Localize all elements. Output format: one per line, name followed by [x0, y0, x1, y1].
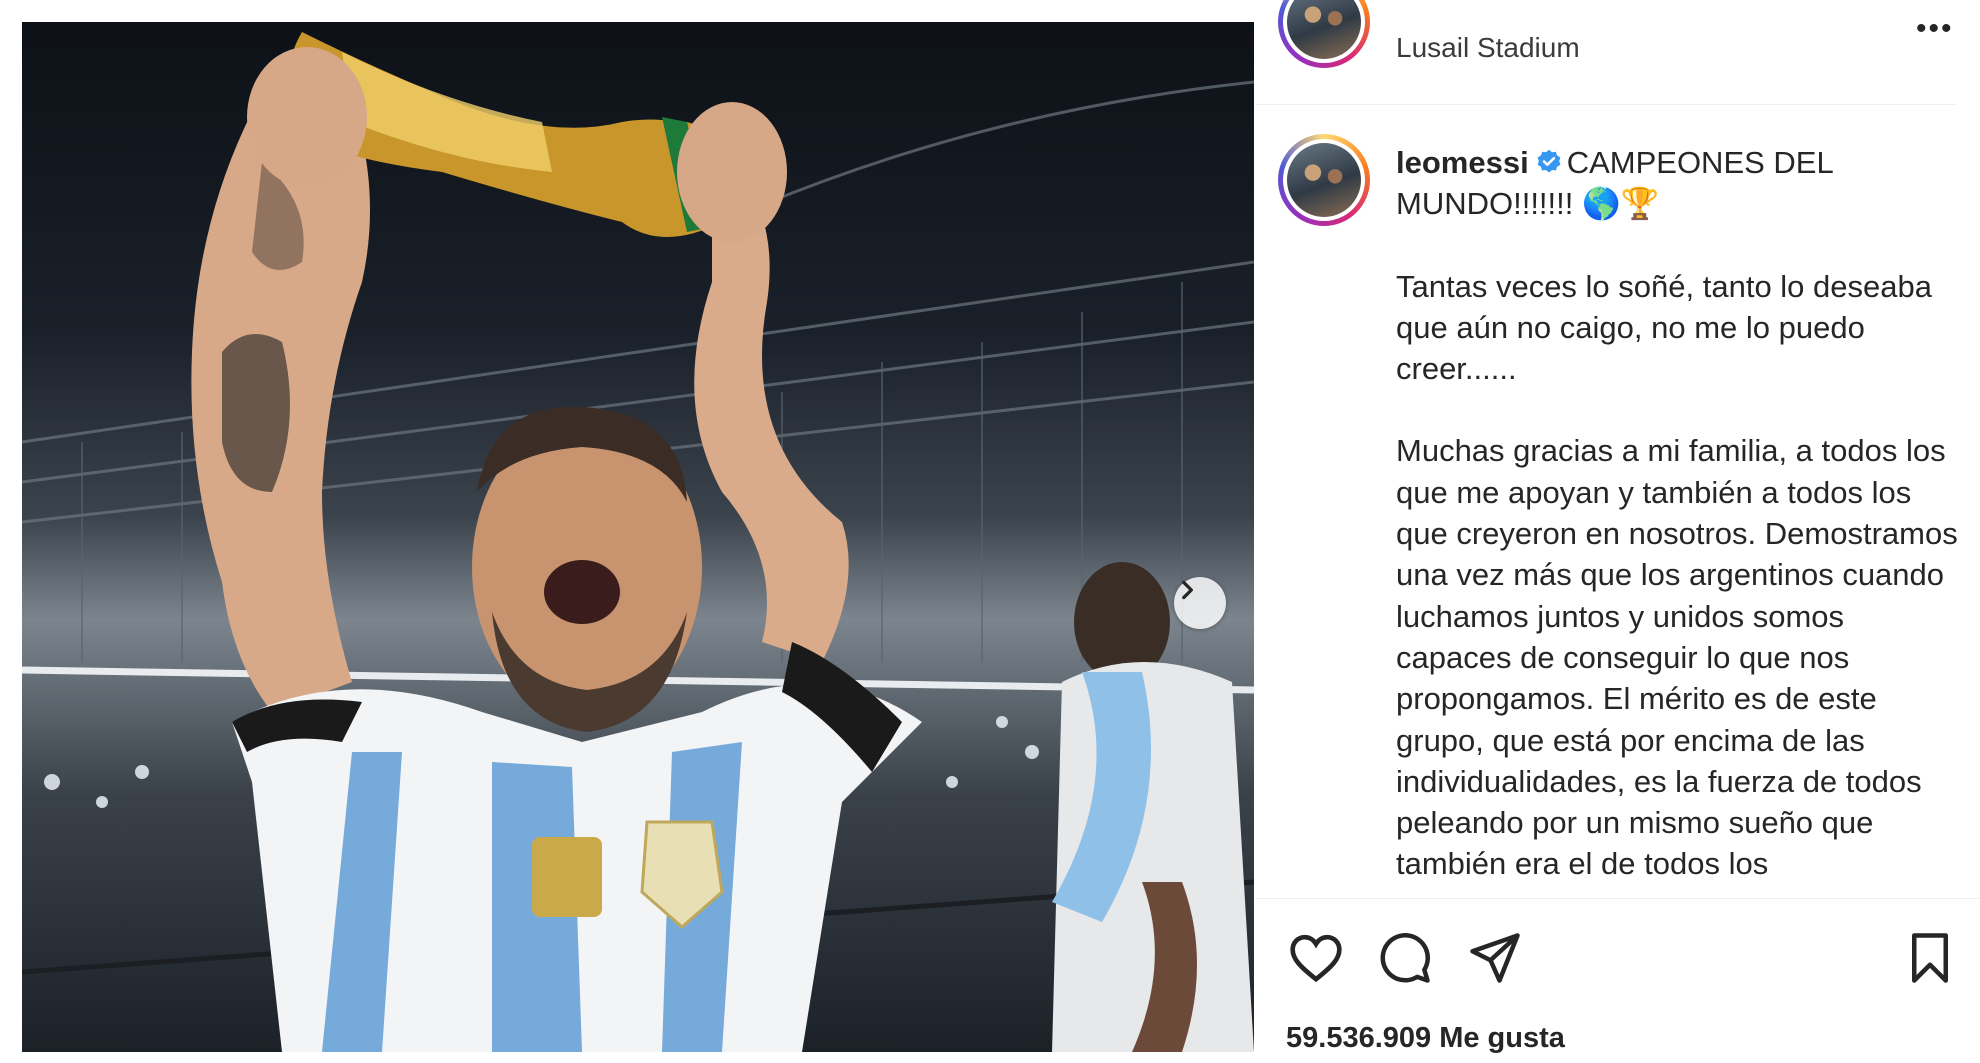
caption-author-avatar[interactable] — [1278, 134, 1370, 226]
heart-icon[interactable] — [1288, 931, 1344, 983]
post-photo[interactable] — [22, 22, 1254, 1052]
next-image-button[interactable] — [1174, 577, 1226, 629]
post-actions-bar — [1256, 898, 1980, 1009]
caption-paragraph-1: Tantas veces lo soñé, tanto lo deseaba q… — [1396, 268, 1932, 387]
photo-illustration — [22, 32, 1254, 1052]
send-icon[interactable] — [1468, 931, 1522, 985]
post-side-panel: Lusail Stadium ••• leomessi CAMPEONES DE… — [1256, 0, 1980, 1063]
post-location[interactable]: Lusail Stadium — [1396, 32, 1580, 64]
post-header: Lusail Stadium ••• — [1256, 0, 1956, 105]
author-username[interactable]: leomessi — [1396, 145, 1529, 180]
caption-first-line: leomessi CAMPEONES DEL MUNDO!!!!!!! 🌎🏆 — [1396, 142, 1966, 225]
chevron-right-icon — [1182, 580, 1193, 600]
comment-icon[interactable] — [1378, 931, 1432, 985]
bookmark-icon[interactable] — [1906, 931, 1954, 985]
caption-paragraph-2: Muchas gracias a mi familia, a todos los… — [1396, 433, 1958, 882]
post-caption: leomessi CAMPEONES DEL MUNDO!!!!!!! 🌎🏆 T… — [1396, 142, 1966, 882]
more-options-icon[interactable]: ••• — [1916, 14, 1954, 44]
author-avatar[interactable] — [1278, 0, 1370, 68]
likes-count[interactable]: 59.536.909 Me gusta — [1286, 1022, 1565, 1055]
verified-badge-icon — [1537, 149, 1561, 173]
